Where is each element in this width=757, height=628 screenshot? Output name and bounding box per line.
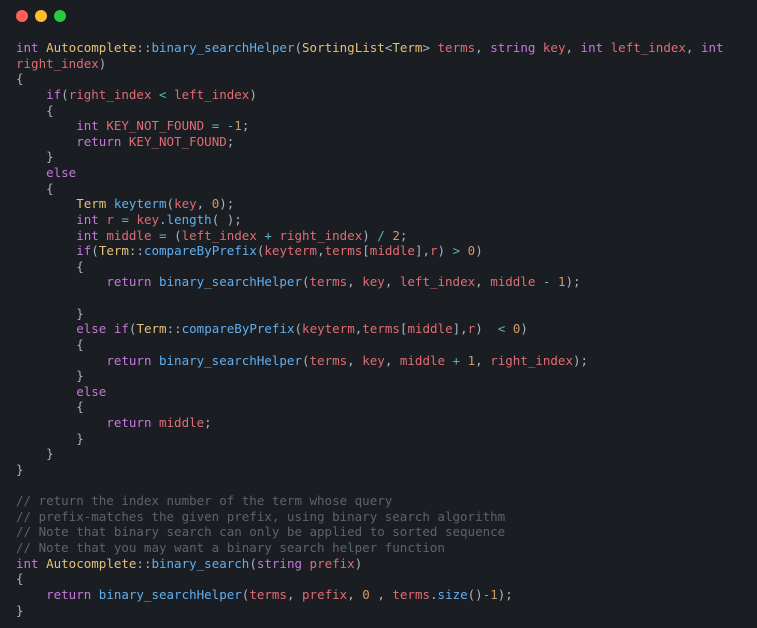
keyword: int [16, 40, 39, 55]
code-block: int Autocomplete::binary_searchHelper(So… [16, 40, 741, 618]
code-window: int Autocomplete::binary_searchHelper(So… [0, 0, 757, 628]
maximize-icon[interactable] [54, 10, 66, 22]
function: binary_searchHelper [151, 40, 294, 55]
close-icon[interactable] [16, 10, 28, 22]
type: Autocomplete [46, 40, 136, 55]
comment: // Note that binary search can only be a… [16, 524, 505, 539]
comment: // Note that you may want a binary searc… [16, 540, 445, 555]
comment: // prefix-matches the given prefix, usin… [16, 509, 505, 524]
minimize-icon[interactable] [35, 10, 47, 22]
comment: // return the index number of the term w… [16, 493, 392, 508]
titlebar [16, 10, 741, 22]
